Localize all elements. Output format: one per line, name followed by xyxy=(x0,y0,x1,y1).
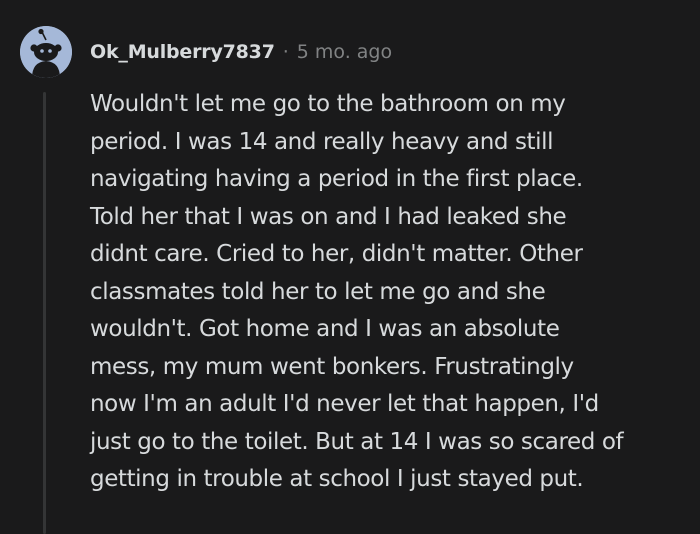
comment-line: navigating having a period in the first … xyxy=(90,166,583,192)
user-avatar[interactable] xyxy=(20,26,72,78)
comment-line: didnt care. Cried to her, didn't matter.… xyxy=(90,241,583,267)
header-separator: · xyxy=(282,41,289,63)
comment: Ok_Mulberry7837 · 5 mo. ago Wouldn't let… xyxy=(0,0,700,534)
comment-line: classmates told her to let me go and she xyxy=(90,278,546,305)
comment-line: Told her that I was on and I had leaked … xyxy=(90,203,567,230)
comment-line: mess, my mum went bonkers. Frustratingly xyxy=(90,353,574,380)
comment-line: wouldn't. Got home and I was an absolute xyxy=(90,316,560,342)
snoo-avatar-icon xyxy=(20,26,72,78)
comment-line: just go to the toilet. But at 14 I was s… xyxy=(90,428,624,455)
thread-line[interactable] xyxy=(43,92,46,534)
comment-header: Ok_Mulberry7837 · 5 mo. ago xyxy=(90,37,392,67)
comment-line: getting in trouble at school I just stay… xyxy=(90,466,584,492)
comment-body: Wouldn't let me go to the bathroom on my… xyxy=(90,86,685,499)
comment-line: now I'm an adult I'd never let that happ… xyxy=(90,391,599,417)
comment-line: period. I was 14 and really heavy and st… xyxy=(90,128,554,155)
username-link[interactable]: Ok_Mulberry7837 xyxy=(90,41,275,63)
timestamp[interactable]: 5 mo. ago xyxy=(297,41,392,63)
comment-line: Wouldn't let me go to the bathroom on my xyxy=(90,91,566,117)
